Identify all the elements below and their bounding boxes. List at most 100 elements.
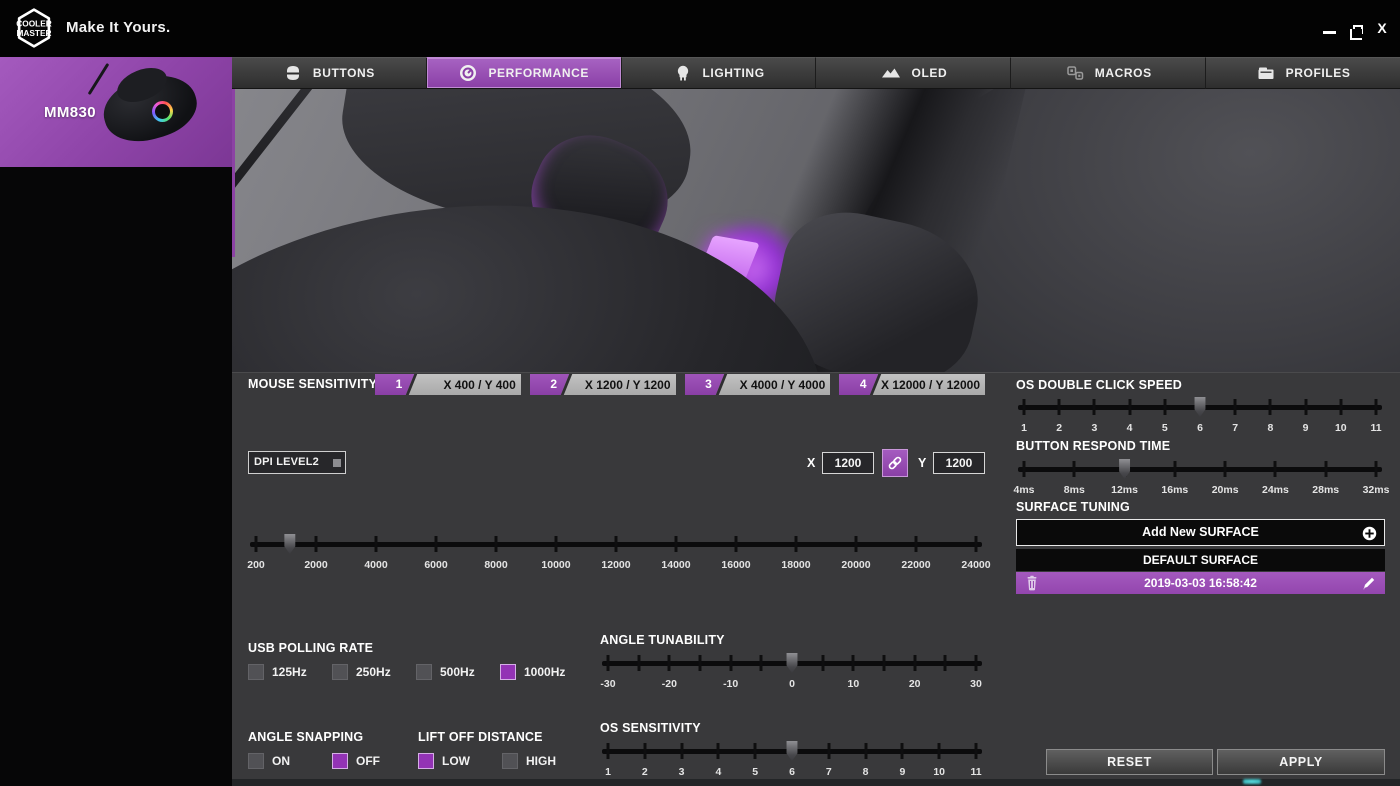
- slider-handle[interactable]: [1119, 459, 1131, 479]
- link-chain-icon: [888, 456, 902, 470]
- add-surface-button[interactable]: Add New SURFACE: [1016, 519, 1385, 546]
- slider-tick: [1128, 399, 1132, 415]
- slider-tick: [914, 536, 918, 552]
- checkbox-angle-on[interactable]: ON: [248, 753, 332, 769]
- slider-tick: [1072, 461, 1076, 477]
- slider-tick: [374, 536, 378, 552]
- titlebar: COOLER MASTER Make It Yours. X: [0, 0, 1400, 57]
- slider-tick-label: 30: [970, 678, 982, 690]
- dpi-slider[interactable]: 200 2000 4000 6000 8000 10000 12000 14000 16000 1…: [246, 533, 991, 579]
- tab-label: BUTTONS: [312, 66, 375, 80]
- restore-button[interactable]: [1347, 20, 1365, 40]
- slider-tick: [716, 743, 720, 759]
- slider-tick-label: 12ms: [1111, 484, 1138, 496]
- xy-link-toggle[interactable]: [882, 449, 908, 477]
- checkbox-label: 500Hz: [440, 665, 475, 679]
- sensitivity-level-1[interactable]: 1 X 400 / Y 400: [375, 374, 521, 395]
- checkbox-angle-off[interactable]: OFF: [332, 753, 416, 769]
- dpi-x-input[interactable]: [822, 452, 874, 474]
- slider-handle[interactable]: [786, 653, 798, 673]
- checkbox-125hz[interactable]: 125Hz: [248, 664, 332, 680]
- slider-minor-tick: [637, 655, 641, 671]
- checkbox-box: [332, 664, 348, 680]
- tab-label: OLED: [911, 66, 948, 80]
- reset-button[interactable]: RESET: [1046, 749, 1213, 775]
- checkbox-low[interactable]: LOW: [418, 753, 502, 769]
- logo-text-bottom: MASTER: [16, 28, 51, 38]
- slider-tick-label: 7: [1232, 422, 1239, 434]
- level-value: X 4000 / Y 4000: [739, 378, 826, 392]
- profiles-folder-icon: [1258, 67, 1274, 79]
- mouse-thumb-cable: [87, 62, 110, 96]
- minimize-button[interactable]: [1320, 20, 1338, 36]
- slider-tick-label: 20000: [841, 559, 871, 571]
- sensitivity-level-4[interactable]: 4 X 12000 / Y 12000: [839, 374, 985, 395]
- slider-tick-label: 1: [605, 766, 611, 778]
- plus-circle-icon: [1362, 526, 1377, 541]
- sensitivity-level-2[interactable]: 2 X 1200 / Y 1200: [529, 374, 676, 395]
- slider-tick: [254, 536, 258, 552]
- close-button[interactable]: X: [1373, 20, 1391, 36]
- slider-tick-label: 20: [908, 678, 921, 690]
- mouse-sensitivity-label: MOUSE SENSITIVITY: [248, 377, 378, 391]
- os-sensitivity-slider[interactable]: 1 2 3 4 5 6 7 8 9 10 11: [598, 740, 986, 786]
- slider-tick: [864, 743, 868, 759]
- surface-tuning-label: SURFACE TUNING: [1016, 500, 1130, 514]
- tab-profiles[interactable]: PROFILES: [1205, 57, 1400, 89]
- slider-tick-label: 3: [678, 766, 685, 778]
- checkbox-250hz[interactable]: 250Hz: [332, 664, 416, 680]
- usb-polling-options: 125Hz 250Hz 500Hz 1000Hz: [248, 664, 584, 680]
- button-respond-slider[interactable]: 4ms 8ms 12ms 16ms 20ms 24ms 28ms 32ms: [1013, 458, 1389, 504]
- slider-tick: [753, 743, 757, 759]
- apply-button[interactable]: APPLY: [1217, 749, 1385, 775]
- slider-tick-label: 20ms: [1211, 484, 1239, 496]
- slider-handle[interactable]: [284, 534, 296, 554]
- slider-tick: [913, 655, 917, 671]
- checkbox-label: 250Hz: [356, 665, 391, 679]
- slider-tick-label: 11: [1370, 422, 1382, 434]
- slider-tick: [1022, 399, 1026, 415]
- tab-oled[interactable]: OLED: [815, 57, 1011, 89]
- dpi-y-input[interactable]: [933, 452, 985, 474]
- edit-pencil-icon[interactable]: [1361, 575, 1377, 591]
- slider-tick-label: 5: [1161, 422, 1168, 434]
- slider-tick: [606, 655, 610, 671]
- slider-tick: [1304, 399, 1308, 415]
- tab-buttons[interactable]: BUTTONS: [232, 57, 426, 89]
- close-icon: X: [1377, 20, 1387, 36]
- sensitivity-level-3[interactable]: 3 X 4000 / Y 4000: [684, 374, 831, 395]
- slider-tick-label: 32ms: [1362, 484, 1390, 496]
- dpi-level-dropdown[interactable]: DPI LEVEL2: [248, 451, 346, 474]
- slider-tick-label: 8000: [484, 559, 508, 571]
- os-double-click-slider[interactable]: 1 2 3 4 5 6 7 8 9 10 11: [1014, 396, 1386, 442]
- angle-tunability-slider[interactable]: -30 -20 -10 0 10 20 30: [598, 652, 986, 698]
- x-axis-label: X: [807, 456, 816, 470]
- surface-item-label: DEFAULT SURFACE: [1142, 553, 1259, 567]
- tab-macros[interactable]: MACROS: [1010, 57, 1206, 89]
- slider-tick-label: 8: [862, 766, 869, 778]
- slider-tick: [554, 536, 558, 552]
- device-card-mm830[interactable]: MM830: [0, 57, 232, 167]
- slider-tick-label: 4ms: [1013, 484, 1035, 496]
- app-window: COOLER MASTER Make It Yours. X MM830 BUT…: [0, 0, 1400, 786]
- checkbox-1000hz[interactable]: 1000Hz: [500, 664, 584, 680]
- surface-item-custom[interactable]: 2019-03-03 16:58:42: [1016, 572, 1385, 594]
- macros-keys-icon: [1067, 66, 1083, 80]
- slider-tick-label: 0: [789, 678, 795, 690]
- slider-tick: [851, 655, 855, 671]
- surface-item-default[interactable]: DEFAULT SURFACE: [1016, 549, 1385, 571]
- slider-tick: [1163, 399, 1167, 415]
- tab-lighting[interactable]: LIGHTING: [620, 57, 816, 89]
- slider-handle[interactable]: [1194, 397, 1206, 417]
- main-tabbar: BUTTONS PERFORMANCE LIGHTING OLED MACROS…: [232, 57, 1400, 89]
- checkbox-box: [332, 753, 348, 769]
- tab-label: MACROS: [1094, 66, 1152, 80]
- checkbox-500hz[interactable]: 500Hz: [416, 664, 500, 680]
- tab-performance[interactable]: PERFORMANCE: [425, 57, 621, 89]
- checkbox-high[interactable]: HIGH: [502, 753, 586, 769]
- slider-tick-label: 28ms: [1312, 484, 1340, 496]
- slider-handle[interactable]: [786, 741, 798, 761]
- checkbox-box: [248, 753, 264, 769]
- slider-tick-label: 200: [247, 559, 265, 571]
- slider-tick: [794, 536, 798, 552]
